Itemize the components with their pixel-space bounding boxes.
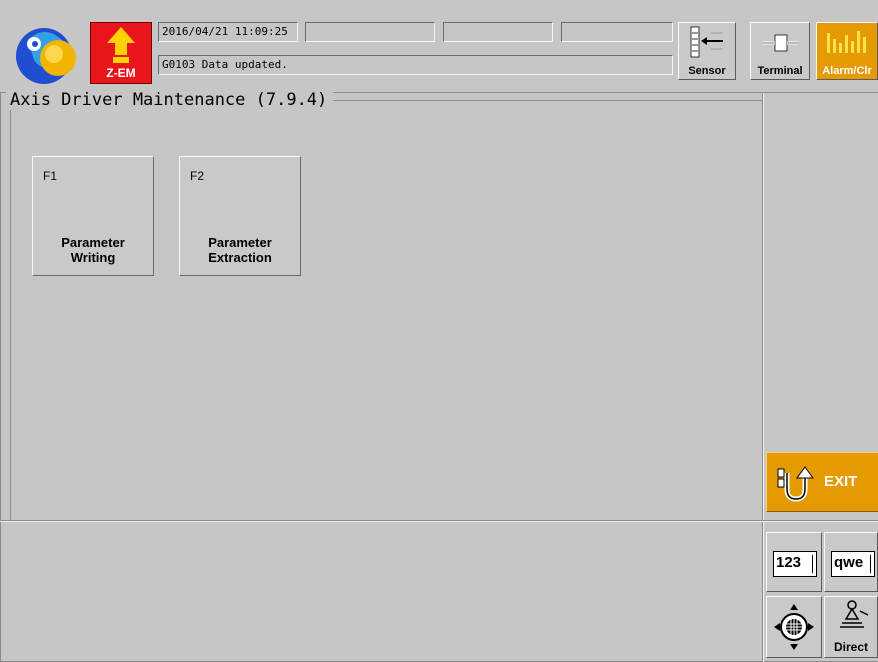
f2-key-label: F2	[190, 169, 205, 183]
sensor-label: Sensor	[688, 65, 726, 77]
alpha-keyboard-button[interactable]: qwe	[824, 532, 878, 592]
exit-button[interactable]: EXIT	[766, 452, 878, 512]
numeric-keypad-button[interactable]: 123	[766, 532, 822, 592]
f1-parameter-writing-button[interactable]: F1 Parameter Writing	[32, 156, 154, 276]
datetime-display: 2016/04/21 11:09:25	[158, 22, 298, 42]
arrow-up-icon	[107, 27, 135, 63]
alarm-icon	[827, 31, 866, 53]
f2-function-label: Parameter Extraction	[208, 235, 272, 265]
page-title: Axis Driver Maintenance (7.9.4)	[6, 90, 334, 110]
terminal-icon	[763, 34, 799, 52]
header-bar: Z-EM 2016/04/21 11:09:25 G0103 Data upda…	[0, 0, 878, 92]
cursor-move-icon	[774, 604, 814, 650]
terminal-button[interactable]: Terminal	[750, 22, 810, 80]
status-field-1	[305, 22, 435, 42]
exit-u-turn-icon	[777, 466, 814, 502]
terminal-label: Terminal	[757, 65, 803, 77]
main-panel-frame	[10, 100, 11, 520]
numeric-keypad-label: 123	[773, 551, 817, 577]
cursor-move-button[interactable]	[766, 596, 822, 658]
sensor-icon	[690, 26, 723, 58]
direct-teach-icon	[840, 600, 869, 628]
f1-key-label: F1	[43, 169, 58, 183]
exit-label: EXIT	[824, 473, 858, 490]
status-field-3	[561, 22, 673, 42]
app-logo-icon	[14, 22, 78, 86]
z-em-label: Z-EM	[106, 66, 136, 80]
message-line: G0103 Data updated.	[158, 55, 673, 75]
direct-teach-button[interactable]: Direct	[824, 596, 878, 658]
alpha-keyboard-label: qwe	[831, 551, 875, 577]
f1-function-label: Parameter Writing	[61, 235, 125, 265]
f2-parameter-extraction-button[interactable]: F2 Parameter Extraction	[179, 156, 301, 276]
sensor-button[interactable]: Sensor	[678, 22, 736, 80]
z-em-mode-badge[interactable]: Z-EM	[90, 22, 152, 84]
alarm-clear-button[interactable]: Alarm/Clr	[816, 22, 878, 80]
status-field-2	[443, 22, 553, 42]
alarm-clear-label: Alarm/Clr	[822, 65, 872, 77]
direct-label: Direct	[833, 640, 868, 654]
